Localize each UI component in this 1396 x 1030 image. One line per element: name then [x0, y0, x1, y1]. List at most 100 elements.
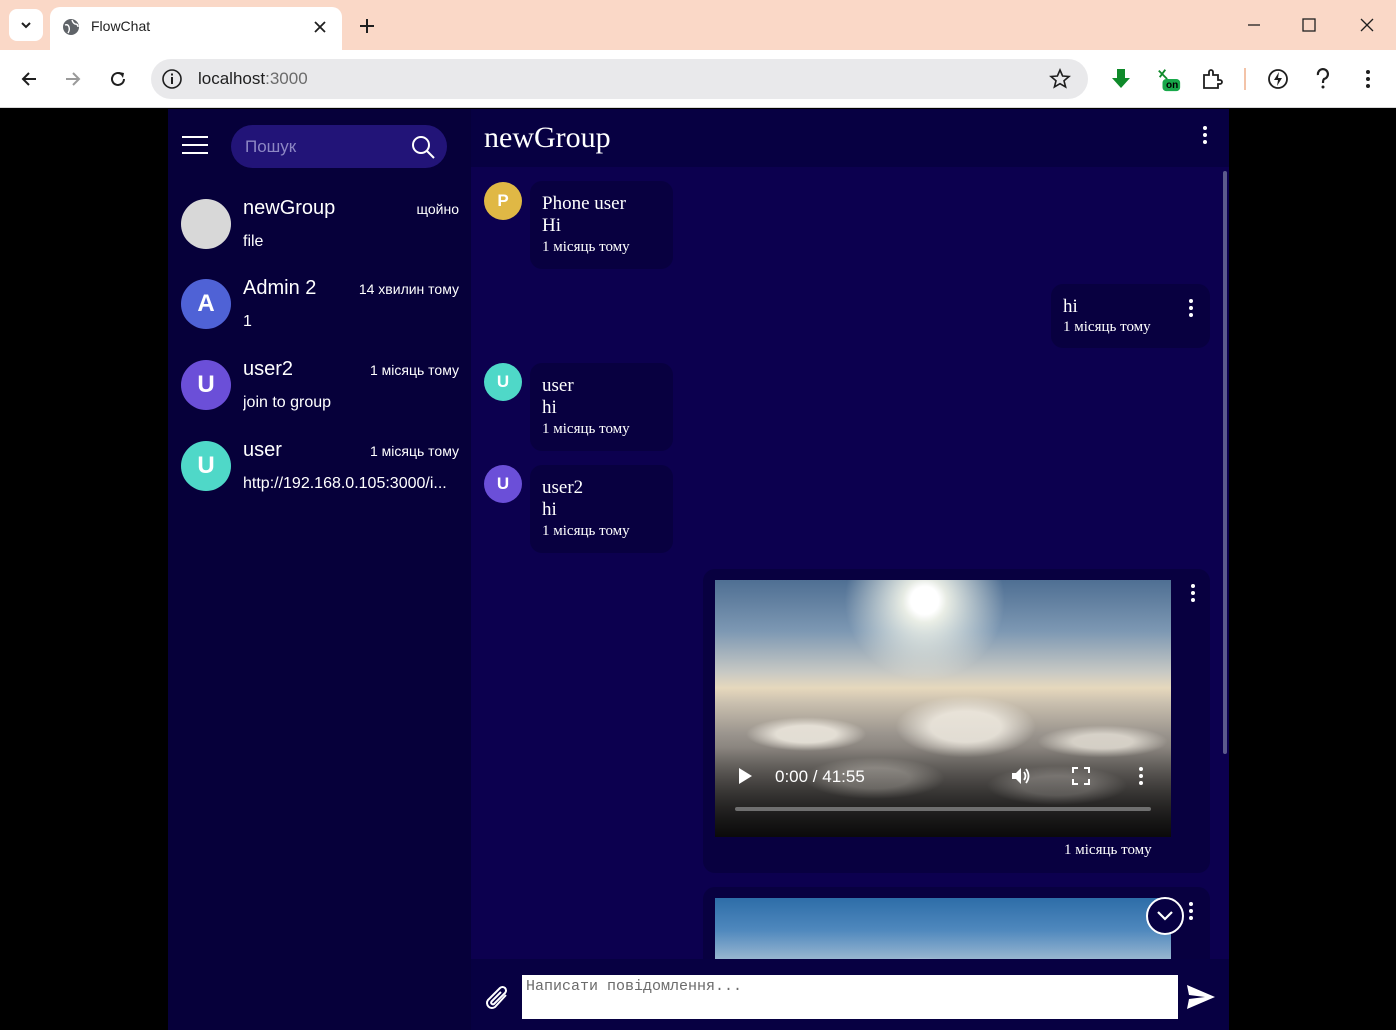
message-text: hi	[1063, 296, 1078, 317]
tab-strip: FlowChat	[0, 0, 1396, 50]
paperclip-icon[interactable]	[484, 983, 512, 1013]
avatar-initial: P	[497, 191, 509, 210]
chat-last-message: 1	[243, 313, 252, 330]
message-author: user2	[542, 477, 584, 498]
search-icon[interactable]	[410, 134, 436, 160]
message-bubble[interactable]: user2 hi 1 місяць тому	[530, 465, 673, 553]
message-avatar: P	[484, 182, 522, 220]
avatar-initial: A	[197, 290, 215, 317]
chat-panel: newGroup P Phone user Hi 1 місяць тому h…	[471, 109, 1229, 1030]
chat-item-user[interactable]: U user 1 місяць тому http://192.168.0.10…	[168, 431, 471, 511]
url-port: :3000	[265, 69, 308, 88]
message-options-icon[interactable]	[1190, 584, 1196, 602]
message-time: 1 місяць тому	[542, 239, 630, 255]
maximize-icon	[1302, 18, 1316, 32]
video-progress-bar[interactable]	[735, 807, 1151, 811]
window-close-button[interactable]	[1355, 13, 1379, 37]
avatar-initial: U	[496, 474, 510, 493]
chevron-down-icon	[21, 22, 31, 29]
avatar: A	[181, 279, 231, 329]
chevron-down-icon	[1157, 911, 1173, 921]
message-text: hi	[542, 499, 557, 520]
extension-badge-text: on	[1166, 80, 1179, 91]
help-icon[interactable]	[1310, 66, 1336, 92]
video-player[interactable]	[715, 898, 1171, 959]
arrow-left-icon	[21, 72, 36, 86]
chat-last-message: join to group	[243, 394, 332, 411]
play-icon[interactable]	[737, 767, 753, 785]
reload-icon	[111, 71, 125, 86]
send-icon[interactable]	[1185, 983, 1217, 1011]
arrow-right-icon	[66, 72, 81, 86]
bookmark-star-icon[interactable]	[1049, 68, 1071, 90]
chat-item-admin2[interactable]: A Admin 2 14 хвилин тому 1	[168, 269, 471, 349]
tab-close-icon[interactable]	[310, 17, 330, 37]
message-avatar: U	[484, 363, 522, 401]
message-author: Phone user	[542, 193, 626, 214]
avatar	[181, 199, 231, 249]
sidebar: newGroup щойно file A Admin 2 14 хвилин …	[168, 109, 471, 1030]
scroll-to-bottom-button[interactable]	[1146, 897, 1184, 935]
video-more-icon[interactable]	[1138, 767, 1144, 785]
message-author: user	[542, 375, 574, 396]
menu-hamburger-icon[interactable]	[182, 136, 208, 154]
message-time: 1 місяць тому	[542, 421, 630, 437]
avatar-initial: U	[197, 371, 215, 398]
scrollbar[interactable]	[1223, 171, 1227, 754]
message-bubble[interactable]: Phone user Hi 1 місяць тому	[530, 181, 673, 269]
search-box	[231, 125, 447, 168]
chat-time: 1 місяць тому	[369, 362, 459, 378]
chat-time: 1 місяць тому	[369, 443, 459, 459]
download-extension-icon[interactable]	[1108, 66, 1134, 92]
globe-icon	[63, 19, 79, 35]
fullscreen-icon[interactable]	[1071, 766, 1091, 786]
search-input[interactable]	[245, 136, 405, 158]
message-input[interactable]	[522, 975, 1178, 1019]
message-options-icon[interactable]	[1188, 902, 1194, 920]
back-button[interactable]	[15, 65, 43, 93]
tab-flowchat[interactable]: FlowChat	[50, 7, 342, 50]
tab-search-button[interactable]	[9, 9, 43, 41]
chat-item-user2[interactable]: U user2 1 місяць тому join to group	[168, 350, 471, 430]
video-message-bubble[interactable]	[703, 887, 1210, 959]
minimize-button[interactable]	[1242, 13, 1266, 37]
chat-last-message: http://192.168.0.105:3000/i...	[243, 475, 447, 492]
message-text: hi	[542, 397, 557, 418]
video-player[interactable]: 0:00 / 41:55	[715, 580, 1171, 837]
volume-icon[interactable]	[1010, 765, 1032, 787]
url-host: localhost	[198, 69, 266, 88]
browser-menu-icon[interactable]	[1355, 66, 1381, 92]
own-message-bubble[interactable]: hi 1 місяць тому	[1051, 284, 1210, 348]
message-bubble[interactable]: user hi 1 місяць тому	[530, 363, 673, 451]
address-bar[interactable]: localhost:3000	[151, 59, 1088, 99]
avatar-initial: U	[496, 372, 510, 391]
video-message-bubble[interactable]: 0:00 / 41:55 1 місяць тому	[703, 569, 1210, 873]
avatar: U	[181, 441, 231, 491]
page-margin-left	[0, 109, 168, 1030]
chat-title: newGroup	[484, 121, 611, 154]
chat-time: щойно	[416, 201, 460, 217]
message-options-icon[interactable]	[1188, 299, 1194, 317]
avatar: U	[181, 360, 231, 410]
chat-header: newGroup	[471, 109, 1229, 167]
chat-name: user	[243, 439, 282, 461]
new-tab-button[interactable]	[355, 14, 379, 38]
extensions-puzzle-icon[interactable]	[1199, 66, 1225, 92]
browser-toolbar: localhost:3000 on	[0, 50, 1396, 108]
reload-button[interactable]	[104, 65, 132, 93]
browser-chrome: FlowChat localhost:3000 on	[0, 0, 1396, 108]
message-composer	[471, 959, 1229, 1030]
maximize-button[interactable]	[1297, 13, 1321, 37]
message-time: 1 місяць тому	[1063, 319, 1151, 335]
performance-icon[interactable]	[1265, 66, 1291, 92]
message-list[interactable]: P Phone user Hi 1 місяць тому hi 1 місяц…	[471, 167, 1229, 959]
chat-item-newgroup[interactable]: newGroup щойно file	[168, 189, 471, 269]
extension-on-icon[interactable]: on	[1156, 66, 1182, 92]
chat-name: user2	[243, 358, 294, 380]
forward-button[interactable]	[59, 65, 87, 93]
minimize-icon	[1248, 24, 1260, 26]
message-time: 1 місяць тому	[1064, 842, 1152, 858]
chat-options-icon[interactable]	[1202, 126, 1208, 144]
url-text[interactable]: localhost:3000	[198, 69, 308, 89]
info-icon[interactable]	[161, 68, 183, 90]
